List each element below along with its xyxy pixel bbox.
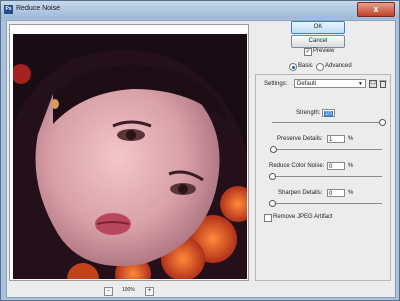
remove-jpeg-artifact-label: Remove JPEG Artifact bbox=[273, 214, 333, 220]
settings-dropdown[interactable]: Default ▼ bbox=[294, 79, 366, 88]
strength-slider-thumb[interactable] bbox=[379, 119, 386, 126]
ok-button[interactable]: OK bbox=[291, 21, 345, 34]
reduce-color-noise-slider-track[interactable] bbox=[272, 176, 382, 177]
sharpen-details-label: Sharpen Details: bbox=[278, 190, 323, 196]
zoom-out-button[interactable]: - bbox=[104, 287, 113, 296]
preview-image[interactable] bbox=[13, 34, 247, 279]
preserve-details-unit: % bbox=[348, 136, 354, 142]
window-title: Reduce Noise bbox=[16, 5, 60, 12]
zoom-level: 100% bbox=[122, 287, 135, 293]
preview-label: Preview bbox=[313, 48, 335, 54]
strength-slider-track[interactable] bbox=[272, 122, 382, 123]
zoom-in-button[interactable]: + bbox=[145, 287, 154, 296]
strength-label: Strength: bbox=[296, 110, 321, 116]
trash-icon[interactable] bbox=[379, 79, 387, 88]
dialog-body: - 100% + OK Cancel ✓ Preview Basic Advan… bbox=[6, 20, 396, 298]
title-bar[interactable]: Ps Reduce Noise x bbox=[1, 1, 399, 19]
preview-checkbox[interactable]: ✓ bbox=[304, 48, 312, 56]
save-icon[interactable] bbox=[369, 79, 377, 88]
preserve-details-slider-track[interactable] bbox=[272, 149, 382, 150]
remove-jpeg-artifact-checkbox[interactable] bbox=[264, 214, 272, 222]
advanced-label: Advanced bbox=[325, 63, 352, 69]
reduce-color-noise-unit: % bbox=[348, 163, 354, 169]
sharpen-details-input[interactable]: 0 bbox=[327, 189, 345, 197]
reduce-color-noise-input[interactable]: 0 bbox=[327, 162, 345, 170]
settings-label: Settings: bbox=[264, 81, 288, 87]
strength-input[interactable]: 10 bbox=[322, 109, 335, 117]
basic-radio[interactable] bbox=[289, 63, 297, 71]
sharpen-details-slider-thumb[interactable] bbox=[269, 200, 276, 207]
strength-value: 10 bbox=[324, 111, 333, 117]
sharpen-details-unit: % bbox=[348, 190, 354, 196]
preserve-details-label: Preserve Details: bbox=[277, 136, 323, 142]
chevron-down-icon: ▼ bbox=[358, 81, 363, 87]
preview-pane bbox=[9, 24, 249, 281]
reduce-color-noise-label: Reduce Color Noise: bbox=[269, 163, 325, 169]
reduce-noise-dialog: Ps Reduce Noise x - 100% + OK Cancel ✓ P… bbox=[0, 0, 400, 301]
preserve-details-input[interactable]: 1 bbox=[327, 135, 345, 143]
settings-value: Default bbox=[297, 81, 317, 87]
portrait-image bbox=[13, 34, 247, 279]
close-button[interactable]: x bbox=[357, 2, 395, 17]
photoshop-app-icon: Ps bbox=[4, 5, 13, 14]
basic-label: Basic bbox=[298, 63, 313, 69]
advanced-radio[interactable] bbox=[316, 63, 324, 71]
reduce-color-noise-slider-thumb[interactable] bbox=[269, 173, 276, 180]
sharpen-details-slider-track[interactable] bbox=[272, 203, 382, 204]
